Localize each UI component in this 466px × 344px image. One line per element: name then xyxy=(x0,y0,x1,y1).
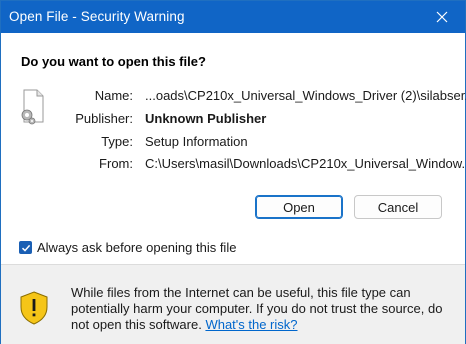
always-ask-option[interactable]: Always ask before opening this file xyxy=(19,240,236,255)
from-value: C:\Users\masil\Downloads\CP210x_Universa… xyxy=(145,156,466,171)
always-ask-label: Always ask before opening this file xyxy=(37,240,237,255)
dialog-content: Do you want to open this file? Name: ...… xyxy=(1,33,466,263)
type-value: Setup Information xyxy=(145,134,248,149)
warning-message: While files from the Internet can be use… xyxy=(71,285,455,333)
always-ask-checkbox[interactable] xyxy=(19,241,32,254)
whats-the-risk-link[interactable]: What's the risk? xyxy=(205,317,297,332)
close-button[interactable] xyxy=(419,1,465,33)
name-value: ...oads\CP210x_Universal_Windows_Driver … xyxy=(145,88,466,103)
window-title: Open File - Security Warning xyxy=(9,9,185,24)
open-button[interactable]: Open xyxy=(255,195,343,219)
from-label: From: xyxy=(99,156,133,171)
close-icon xyxy=(436,11,448,23)
publisher-value: Unknown Publisher xyxy=(145,111,267,126)
question-heading: Do you want to open this file? xyxy=(21,54,206,69)
name-label: Name: xyxy=(94,88,133,103)
checkmark-icon xyxy=(21,244,30,252)
warning-footer: While files from the Internet can be use… xyxy=(1,264,465,344)
security-warning-dialog: Open File - Security Warning Do you want… xyxy=(0,0,466,344)
warning-shield-icon xyxy=(19,291,49,325)
cancel-button[interactable]: Cancel xyxy=(354,195,442,219)
type-label: Type: xyxy=(101,134,133,149)
title-bar: Open File - Security Warning xyxy=(1,1,465,33)
publisher-label: Publisher: xyxy=(75,111,133,126)
